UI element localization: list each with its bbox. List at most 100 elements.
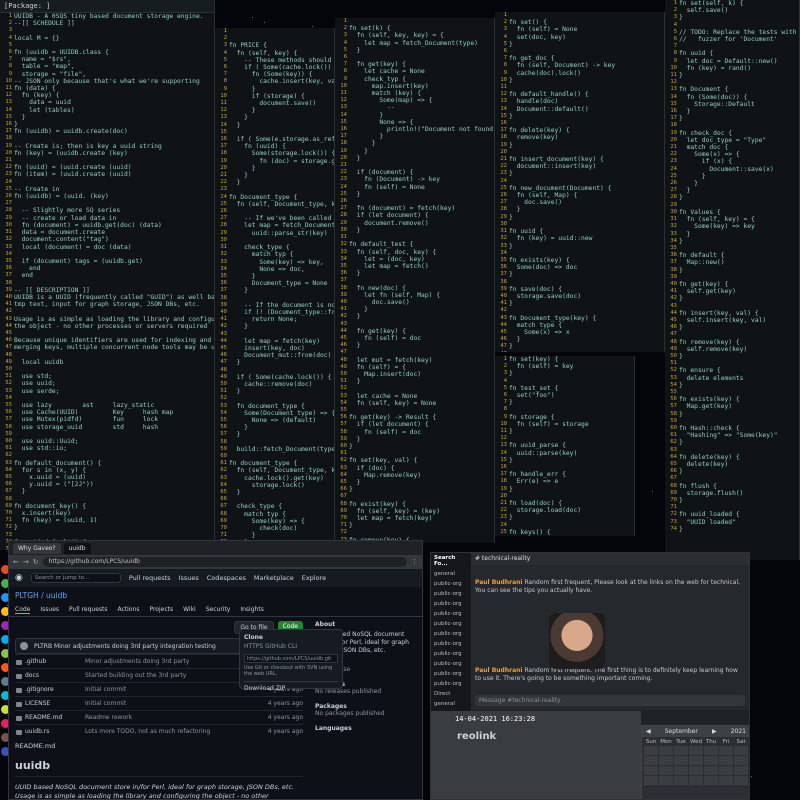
calendar-day-cell[interactable]: [704, 756, 718, 765]
github-logo-icon[interactable]: ◉: [15, 573, 23, 583]
code-content[interactable]: fn set(self, k) { self.save() } // TODO:…: [665, 0, 799, 533]
tab-issues[interactable]: Issues: [40, 606, 59, 614]
editor-pane-1[interactable]: [Package: ] 1 2 3 4 5 6 7 8 9 10 11 12 1…: [0, 0, 215, 550]
editor-pane-6[interactable]: 1 2 3 4 5 6 7 8 9 10 11 12 13 14 15 16 1…: [665, 0, 800, 560]
gh-nav-link[interactable]: Codespaces: [207, 574, 246, 582]
file-commit-message[interactable]: Started building out the 3rd party: [85, 672, 253, 679]
tab-code[interactable]: Code: [15, 606, 31, 614]
file-commit-message[interactable]: Minor adjustments doing 3rd party: [85, 658, 253, 665]
tab-projects[interactable]: Projects: [149, 606, 173, 614]
file-row[interactable]: README.md Readme rework 4 years ago: [15, 710, 303, 724]
gh-nav-link[interactable]: Marketplace: [254, 574, 294, 582]
calendar-day-cell[interactable]: [719, 746, 733, 755]
file-name[interactable]: .github: [15, 658, 85, 665]
calendar-day-cell[interactable]: [644, 776, 658, 785]
next-month-icon[interactable]: ▶: [712, 728, 717, 735]
sidebar-channel-item[interactable]: public-org: [431, 679, 471, 689]
file-commit-message[interactable]: Lots more TODO, not as much refactoring: [85, 728, 253, 735]
file-name[interactable]: .gitignore: [15, 686, 85, 693]
file-row[interactable]: LICENSE Initial commit 4 years ago: [15, 696, 303, 710]
tab-actions[interactable]: Actions: [118, 606, 140, 614]
repo-name[interactable]: PLTGH / uuidb: [9, 587, 422, 604]
file-row[interactable]: uuidb.rs Lots more TODO, not as much refa…: [15, 724, 303, 738]
sidebar-channel-item[interactable]: general: [431, 569, 471, 579]
editor-pane-3[interactable]: 1 2 3 4 5 6 7 8 9 10 11 12 13 14 15 16 1…: [335, 18, 495, 543]
gh-nav-link[interactable]: Pull requests: [129, 574, 171, 582]
calendar-day-cell[interactable]: [644, 756, 658, 765]
tab-pull-requests[interactable]: Pull requests: [69, 606, 108, 614]
sidebar-channel-item[interactable]: public-org: [431, 639, 471, 649]
editor-pane-4[interactable]: 1 2 3 4 5 6 7 8 9 10 11 12 13 14 15 16 1…: [495, 12, 665, 352]
sidebar-channel-item[interactable]: public-org: [431, 659, 471, 669]
calendar-day-cell[interactable]: [704, 766, 718, 775]
sidebar-channel-item[interactable]: public-org: [431, 619, 471, 629]
calendar-day-cell[interactable]: [734, 766, 748, 775]
calendar-day-cell[interactable]: [689, 746, 703, 755]
download-zip-button[interactable]: Download ZIP: [244, 681, 338, 692]
code-content[interactable]: UUIDB - A 0SQS tiny based document stora…: [0, 13, 214, 550]
sidebar-channel-item[interactable]: public-org: [431, 609, 471, 619]
back-icon[interactable]: ←: [13, 558, 19, 566]
calendar-day-cell[interactable]: [659, 756, 673, 765]
calendar-day-cell[interactable]: [689, 766, 703, 775]
calendar-day-cell[interactable]: [674, 776, 688, 785]
sidebar-channel-item[interactable]: public-org: [431, 579, 471, 589]
code-content[interactable]: fn set(k) { fn (self, key, key) = { let …: [335, 18, 494, 543]
calendar-day-cell[interactable]: [704, 746, 718, 755]
camera-feed[interactable]: 14-04-2021 16:23:28 reolink: [431, 711, 641, 799]
file-commit-message[interactable]: Initial commit: [85, 686, 253, 693]
prev-month-icon[interactable]: ◀: [646, 728, 651, 735]
browser-tab-active[interactable]: uuidb: [63, 542, 91, 554]
calendar-day-cell[interactable]: [644, 766, 658, 775]
calendar-day-cell[interactable]: [734, 746, 748, 755]
reload-icon[interactable]: ↻: [33, 558, 39, 566]
code-content[interactable]: fn set(key) { fn (self) = key } fn test_…: [495, 356, 634, 536]
file-commit-message[interactable]: Initial commit: [85, 700, 253, 707]
code-content[interactable]: fn PRICE { fn (self, key) { -- These met…: [215, 28, 334, 548]
forward-icon[interactable]: →: [23, 558, 29, 566]
sidebar-channel-item[interactable]: general: [431, 699, 471, 709]
tab-security[interactable]: Security: [206, 606, 231, 614]
tab-wiki[interactable]: Wiki: [183, 606, 196, 614]
file-name[interactable]: docs: [15, 672, 85, 679]
calendar-day-cell[interactable]: [674, 746, 688, 755]
commit-message[interactable]: PLTRB Minor adjustments doing 3rd party …: [34, 643, 216, 650]
calendar-day-cell[interactable]: [719, 756, 733, 765]
readme-file-label[interactable]: README.md: [15, 742, 303, 751]
calendar-day-cell[interactable]: [674, 756, 688, 765]
calendar-day-cell[interactable]: [689, 776, 703, 785]
message-input[interactable]: Message #technical-reality: [475, 695, 745, 706]
gh-nav-link[interactable]: Issues: [179, 574, 199, 582]
file-name[interactable]: README.md: [15, 714, 85, 721]
sidebar-channel-item[interactable]: public-org: [431, 629, 471, 639]
calendar-day-cell[interactable]: [659, 766, 673, 775]
url-bar[interactable]: https://github.com/LPCS/uuidb: [42, 557, 407, 567]
sidebar-channel-item[interactable]: public-org: [431, 669, 471, 679]
gh-nav-link[interactable]: Explore: [302, 574, 326, 582]
calendar-day-cell[interactable]: [719, 776, 733, 785]
editor-pane-5[interactable]: 1 2 3 4 5 6 7 8 9 10 11 12 13 14 15 16 1…: [495, 356, 635, 536]
code-content[interactable]: fn set() { fn (self) = None set(doc, key…: [495, 12, 664, 352]
file-name[interactable]: uuidb.rs: [15, 728, 85, 735]
shared-image-avatar[interactable]: [549, 613, 605, 669]
message-author[interactable]: Paul Budhrani: [475, 667, 522, 674]
clone-tabs[interactable]: HTTPS GitHub CLI: [244, 643, 338, 650]
sidebar-channel-item[interactable]: public-org: [431, 589, 471, 599]
file-commit-message[interactable]: Readme rework: [85, 714, 253, 721]
calendar-day-cell[interactable]: [734, 756, 748, 765]
file-name[interactable]: LICENSE: [15, 700, 85, 707]
calendar-day-cell[interactable]: [644, 746, 658, 755]
packages-title[interactable]: Packages: [315, 703, 416, 710]
calendar-day-cell[interactable]: [719, 766, 733, 775]
calendar-day-cell[interactable]: [734, 776, 748, 785]
calendar-month[interactable]: September: [665, 728, 698, 735]
sidebar-channel-item[interactable]: Direct: [431, 689, 471, 699]
editor-pane-2[interactable]: 1 2 3 4 5 6 7 8 9 10 11 12 13 14 15 16 1…: [215, 28, 335, 548]
tab-insights[interactable]: Insights: [240, 606, 263, 614]
message-author[interactable]: Paul Budhrani: [475, 579, 522, 586]
clone-url-input[interactable]: https://github.com/LPCS/uuidb.git: [244, 654, 338, 663]
calendar-day-cell[interactable]: [659, 776, 673, 785]
menu-icon[interactable]: ⋮: [411, 558, 418, 566]
calendar-day-cell[interactable]: [674, 766, 688, 775]
calendar-year[interactable]: 2021: [731, 728, 746, 735]
